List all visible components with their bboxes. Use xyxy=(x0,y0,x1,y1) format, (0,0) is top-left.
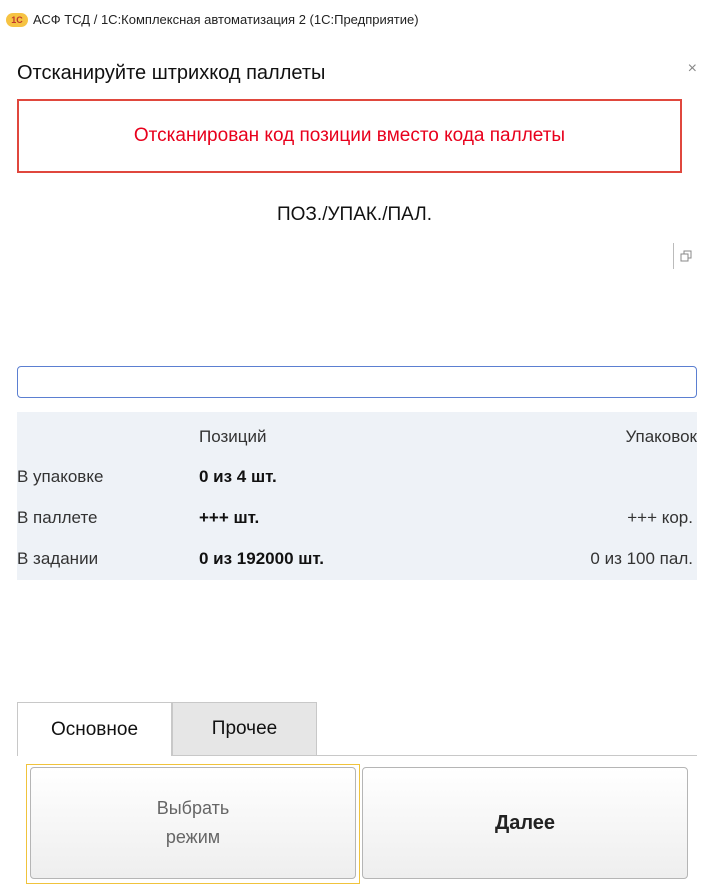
close-icon[interactable]: × xyxy=(688,60,697,78)
next-button[interactable]: Далее xyxy=(362,767,688,879)
row-packages-value: +++ кор. xyxy=(627,508,693,527)
expand-icon[interactable] xyxy=(680,250,692,262)
tab-main[interactable]: Основное xyxy=(17,702,172,756)
separator xyxy=(673,243,674,269)
tab-other[interactable]: Прочее xyxy=(172,702,317,756)
row-label: В упаковке xyxy=(17,467,104,486)
1c-logo-icon: 1С xyxy=(6,13,28,27)
row-positions-value: 0 из 192000 шт. xyxy=(199,549,324,568)
window-titlebar: 1С АСФ ТСД / 1С:Комплексная автоматизаци… xyxy=(0,0,709,40)
barcode-input[interactable] xyxy=(17,366,697,398)
column-header-packages: Упаковок xyxy=(625,427,697,446)
select-mode-label-line2: режим xyxy=(165,827,221,847)
scan-mode-label: ПОЗ./УПАК./ПАЛ. xyxy=(277,204,432,225)
next-button-label: Далее xyxy=(494,811,556,834)
error-message-text: Отсканирован код позиции вместо кода пал… xyxy=(133,125,566,146)
column-header-positions: Позиций xyxy=(199,427,267,446)
form-heading: Отсканируйте штрихкод паллеты xyxy=(17,62,326,84)
stats-panel: Позиций Упаковок В упаковке 0 из 4 шт. В… xyxy=(17,412,697,580)
row-packages-value: 0 из 100 пал. xyxy=(590,549,693,568)
row-positions-value: 0 из 4 шт. xyxy=(199,467,277,486)
window-title: АСФ ТСД / 1С:Комплексная автоматизация 2… xyxy=(33,12,419,27)
select-mode-label-line1: Выбрать xyxy=(156,798,230,818)
row-positions-value: +++ шт. xyxy=(199,508,260,527)
row-label: В паллете xyxy=(17,508,98,527)
error-message-box: Отсканирован код позиции вместо кода пал… xyxy=(17,99,682,173)
row-label: В задании xyxy=(17,549,99,568)
select-mode-button[interactable]: Выбрать режим xyxy=(30,767,356,879)
